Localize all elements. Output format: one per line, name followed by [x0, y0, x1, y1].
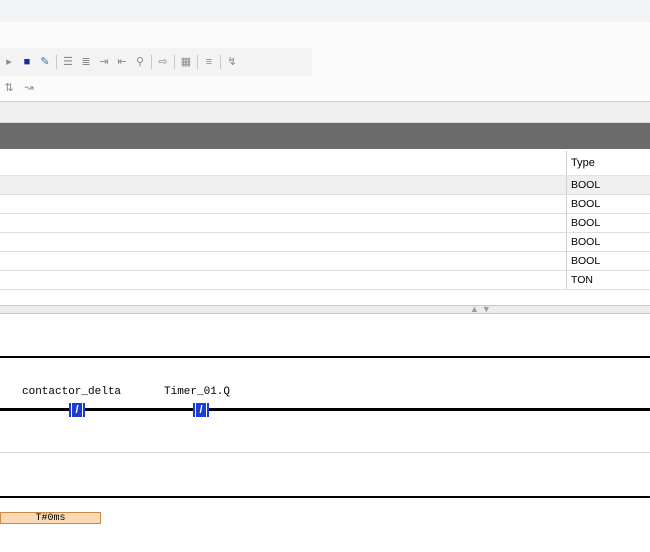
ladder-network[interactable]: [0, 356, 650, 410]
type-cell[interactable]: BOOL: [571, 252, 600, 270]
toolbar-separator: [220, 55, 221, 69]
online-icon[interactable]: ▦: [179, 55, 193, 69]
outdent-icon[interactable]: ⇤: [115, 55, 129, 69]
network-divider: [0, 452, 650, 453]
type-cell[interactable]: BOOL: [571, 214, 600, 232]
editor-toolbar: ▸ ■ ✎ ☰ ≣ ⇥ ⇤ ⚲ ⇨ ▦ ≡ ↯: [0, 48, 312, 76]
table-row[interactable]: BOOL: [0, 233, 650, 252]
type-cell[interactable]: BOOL: [571, 176, 600, 194]
table-header: Type: [0, 151, 650, 176]
contact-slash-icon: /: [72, 403, 82, 417]
table-row[interactable]: TON: [0, 271, 650, 290]
normally-closed-contact[interactable]: /: [193, 403, 209, 417]
filter-icon[interactable]: ≡: [202, 55, 216, 69]
type-cell[interactable]: TON: [571, 271, 593, 289]
comment-icon[interactable]: ≣: [79, 55, 93, 69]
table-row[interactable]: BOOL: [0, 214, 650, 233]
timer-preset-value[interactable]: T#0ms: [0, 512, 101, 524]
stop-icon[interactable]: ■: [20, 55, 34, 69]
table-row[interactable]: BOOL: [0, 252, 650, 271]
type-cell[interactable]: BOOL: [571, 195, 600, 213]
monitor-icon[interactable]: ⚲: [133, 55, 147, 69]
wrench-icon[interactable]: ✎: [38, 55, 52, 69]
toolbar-separator: [151, 55, 152, 69]
collapse-arrows-icon[interactable]: ▲▼: [470, 304, 494, 314]
table-row[interactable]: BOOL: [0, 176, 650, 195]
variable-table: Type BOOL BOOL BOOL BOOL BOOL TON: [0, 151, 650, 290]
compare-icon[interactable]: ⇅: [2, 81, 16, 95]
type-cell[interactable]: BOOL: [571, 233, 600, 251]
run-icon[interactable]: ▸: [2, 55, 16, 69]
branch-icon[interactable]: ↝: [22, 81, 36, 95]
toolbar-separator: [197, 55, 198, 69]
interface-header-bar: [0, 123, 650, 149]
table-row[interactable]: BOOL: [0, 195, 650, 214]
insert-row-icon[interactable]: ☰: [61, 55, 75, 69]
contact2-variable-label[interactable]: Timer_01.Q: [164, 386, 230, 398]
editor-toolbar-secondary: ⇅ ↝: [0, 78, 62, 98]
contact-slash-icon: /: [196, 403, 206, 417]
type-column-header[interactable]: Type: [571, 151, 595, 175]
edit-icon[interactable]: ↯: [225, 55, 239, 69]
toolbar-separator: [56, 55, 57, 69]
indent-icon[interactable]: ⇥: [97, 55, 111, 69]
toolbar-separator: [174, 55, 175, 69]
window-title-bar: [0, 0, 650, 22]
goto-icon[interactable]: ⇨: [156, 55, 170, 69]
normally-closed-contact[interactable]: /: [69, 403, 85, 417]
ladder-rung: [0, 409, 650, 411]
pane-splitter[interactable]: ▲▼: [0, 304, 650, 314]
block-interface-band: [0, 102, 650, 123]
network-border: [0, 496, 650, 498]
contact1-variable-label[interactable]: contactor_delta: [22, 386, 121, 398]
